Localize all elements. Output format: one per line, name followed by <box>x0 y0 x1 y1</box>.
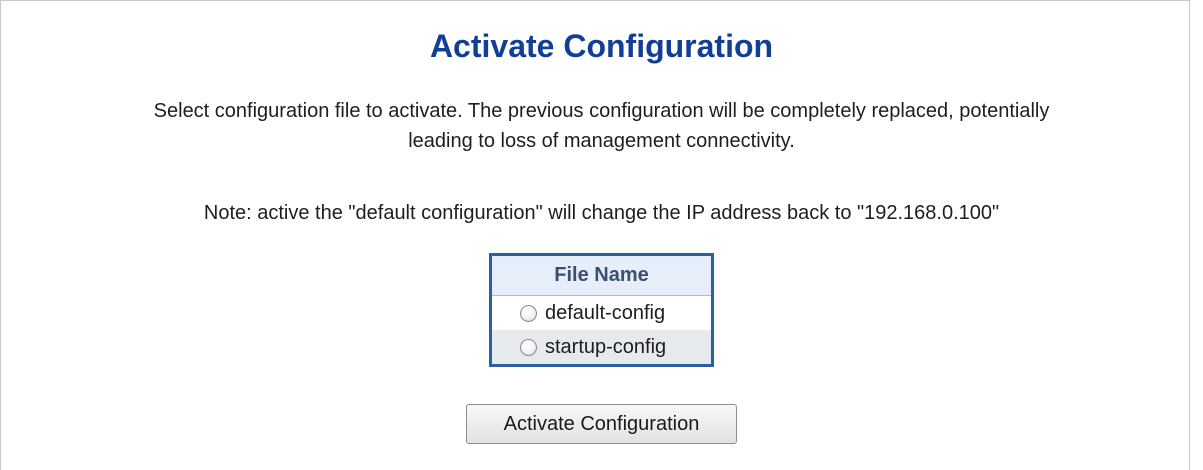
file-label-startup-config: startup-config <box>545 336 667 358</box>
page-frame <box>0 0 1190 470</box>
page-description: Select configuration file to activate. T… <box>0 96 1203 156</box>
page-title: Activate Configuration <box>429 28 774 64</box>
file-name-table: File Name default-config startup-config <box>489 253 714 367</box>
file-row-default-config[interactable]: default-config <box>492 296 711 330</box>
ip-reset-note: Note: active the "default configuration"… <box>203 202 1000 224</box>
file-name-column-header: File Name <box>492 256 711 296</box>
description-line-2: leading to loss of management connectivi… <box>408 130 795 152</box>
file-row-startup-config[interactable]: startup-config <box>492 330 711 364</box>
file-label-default-config: default-config <box>545 302 666 324</box>
radio-button-startup-config[interactable] <box>520 338 537 356</box>
radio-button-default-config[interactable] <box>520 304 537 322</box>
activate-configuration-button[interactable]: Activate Configuration <box>466 404 737 444</box>
description-line-1: Select configuration file to activate. T… <box>153 100 1050 122</box>
